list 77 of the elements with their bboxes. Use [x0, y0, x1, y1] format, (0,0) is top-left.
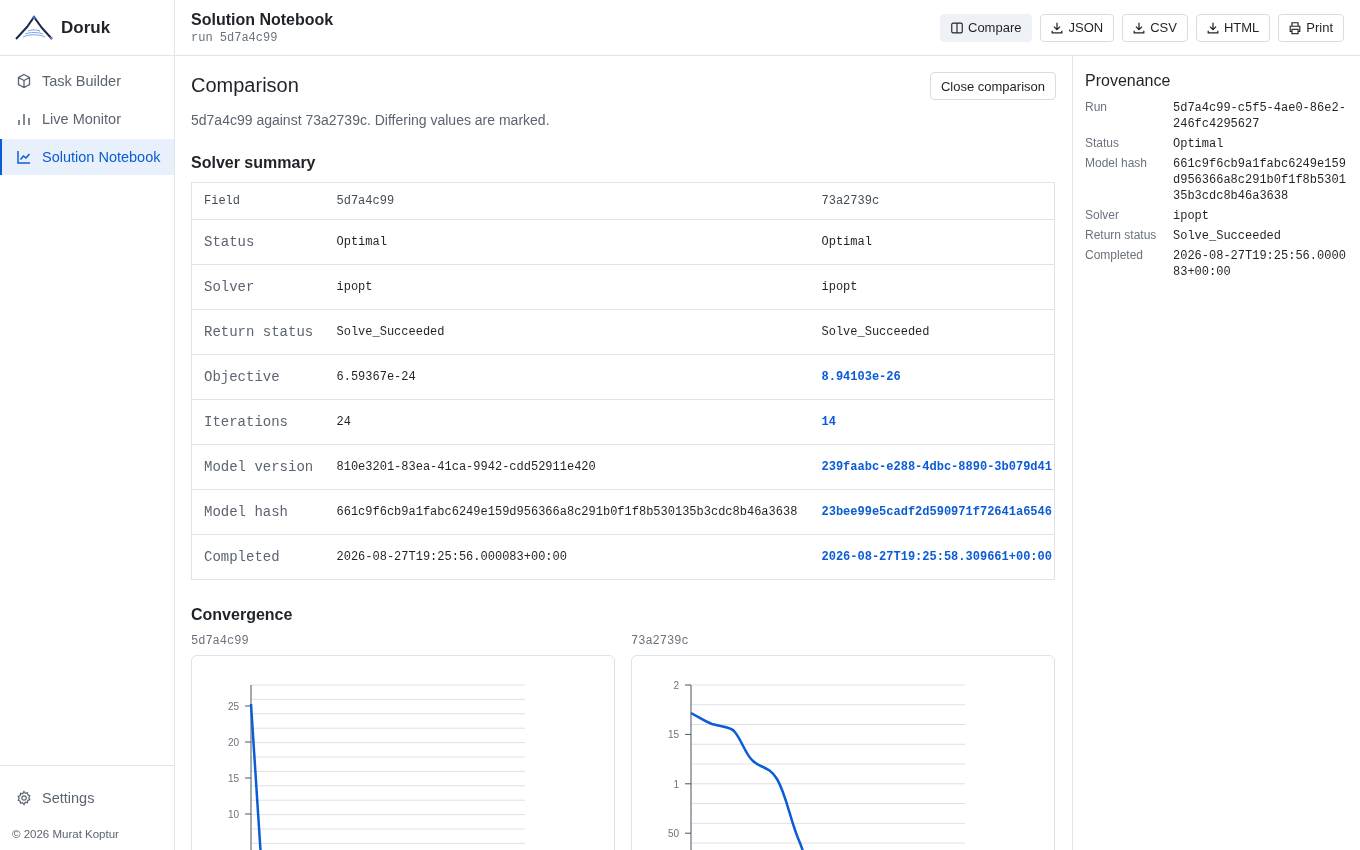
table-cell: 239faabc-e288-4dbc-8890-3b079d41 [809, 444, 1055, 490]
printer-icon [1288, 20, 1303, 35]
table-cell: Optimal [324, 219, 810, 265]
download-button[interactable]: JSON [1040, 13, 1115, 42]
column-header: Field [191, 182, 325, 220]
chart-label: 73a2739c [631, 634, 690, 648]
table-cell: 661c9f6cb9a1fabc6249e159d956366a8c291b0f1f8b530135b3cdc8b46a3638 [324, 489, 810, 535]
field-label: Solver [1085, 208, 1120, 224]
tick-label: 10 [227, 809, 239, 820]
tick-label: 2 [673, 680, 679, 691]
brand-name: Doruk [61, 17, 111, 38]
section-title: Solver summary [191, 154, 317, 172]
tick-label: 25 [227, 701, 239, 712]
chart-label: 5d7a4c99 [191, 634, 250, 648]
table-cell: ipopt [324, 264, 810, 310]
field-value: ipopt [1173, 208, 1210, 224]
section-title: Convergence [191, 606, 294, 624]
column-header: 73a2739c [809, 182, 1055, 220]
bar-chart-icon [16, 111, 32, 127]
mountain-logo-icon [15, 14, 53, 41]
tick-label: 15 [227, 773, 239, 784]
field-value: Optimal [1173, 136, 1225, 152]
table-cell: ipopt [809, 264, 1055, 310]
settings-icon [16, 790, 32, 806]
table-cell: Completed [191, 534, 325, 580]
print-button[interactable]: Print [1278, 13, 1344, 42]
table-cell: Solver [191, 264, 325, 310]
copyright-text: © 2026 Murat Koptur [11, 827, 120, 840]
panel-title: Provenance [1085, 72, 1172, 90]
download-button[interactable]: CSV [1122, 13, 1188, 42]
tick-label: 20 [227, 737, 239, 748]
table-cell: 6.59367e-24 [324, 354, 810, 400]
field-label: Return status [1085, 228, 1158, 244]
field-label: Run [1085, 100, 1108, 116]
download-icon [1205, 20, 1220, 35]
line-chart-icon [16, 149, 32, 165]
table-cell: 8.94103e-26 [809, 354, 1055, 400]
table-cell: Objective [191, 354, 325, 400]
download-icon [1132, 20, 1147, 35]
table-cell: Solve_Succeeded [324, 309, 810, 355]
field-label: Model hash [1085, 156, 1149, 172]
table-cell: Optimal [809, 219, 1055, 265]
run-id: run 5d7a4c99 [191, 30, 279, 45]
compare-button[interactable]: Compare [940, 13, 1033, 42]
table-cell: 24 [324, 399, 810, 445]
download-icon [1050, 20, 1065, 35]
sidebar-item[interactable]: Solution Notebook [0, 139, 174, 175]
tick-label: 50 [667, 828, 679, 840]
table-cell: Return status [191, 309, 325, 355]
tick-label: 15 [667, 729, 679, 741]
columns-icon [950, 20, 964, 35]
tick-label: 1 [673, 778, 679, 790]
table-cell: Model version [191, 444, 325, 490]
table-cell: 810e3201-83ea-41ca-9942-cdd52911e420 [324, 444, 810, 490]
sidebar-item[interactable]: Live Monitor [0, 101, 174, 137]
field-value: Solve_Succeeded [1173, 228, 1283, 244]
table-cell: Iterations [191, 399, 325, 445]
column-header: 5d7a4c99 [324, 182, 810, 220]
table-cell: 2026-08-27T19:25:58.309661+00:00 [809, 534, 1055, 580]
table-cell: Status [191, 219, 325, 265]
table-cell: Model hash [191, 489, 325, 535]
table-cell: 14 [809, 399, 1055, 445]
table-cell: 2026-08-27T19:25:56.000083+00:00 [324, 534, 810, 580]
download-button[interactable]: HTML [1195, 13, 1271, 42]
field-value: 2026-08-27T19:25:56.000083+00:00 [1173, 248, 1347, 280]
cube-icon [16, 73, 32, 89]
close-comparison-button[interactable]: Close comparison [929, 72, 1056, 100]
page-title: Solution Notebook [191, 10, 334, 29]
comparison-description: 5d7a4c99 against 73a2739c. Differing values are marked. [191, 112, 551, 128]
table-cell: 23bee99e5cadf2d590971f72641a6546 [809, 489, 1055, 535]
table-cell: Solve_Succeeded [809, 309, 1055, 355]
sidebar-item[interactable]: Task Builder [0, 63, 174, 99]
field-label: Status [1085, 136, 1121, 152]
section-title: Comparison [191, 74, 299, 97]
field-value: 5d7a4c99-c5f5-4ae0-86e2-246fc4295627 [1173, 100, 1347, 132]
field-label: Completed [1085, 248, 1145, 264]
settings-item[interactable]: Settings [0, 780, 174, 816]
